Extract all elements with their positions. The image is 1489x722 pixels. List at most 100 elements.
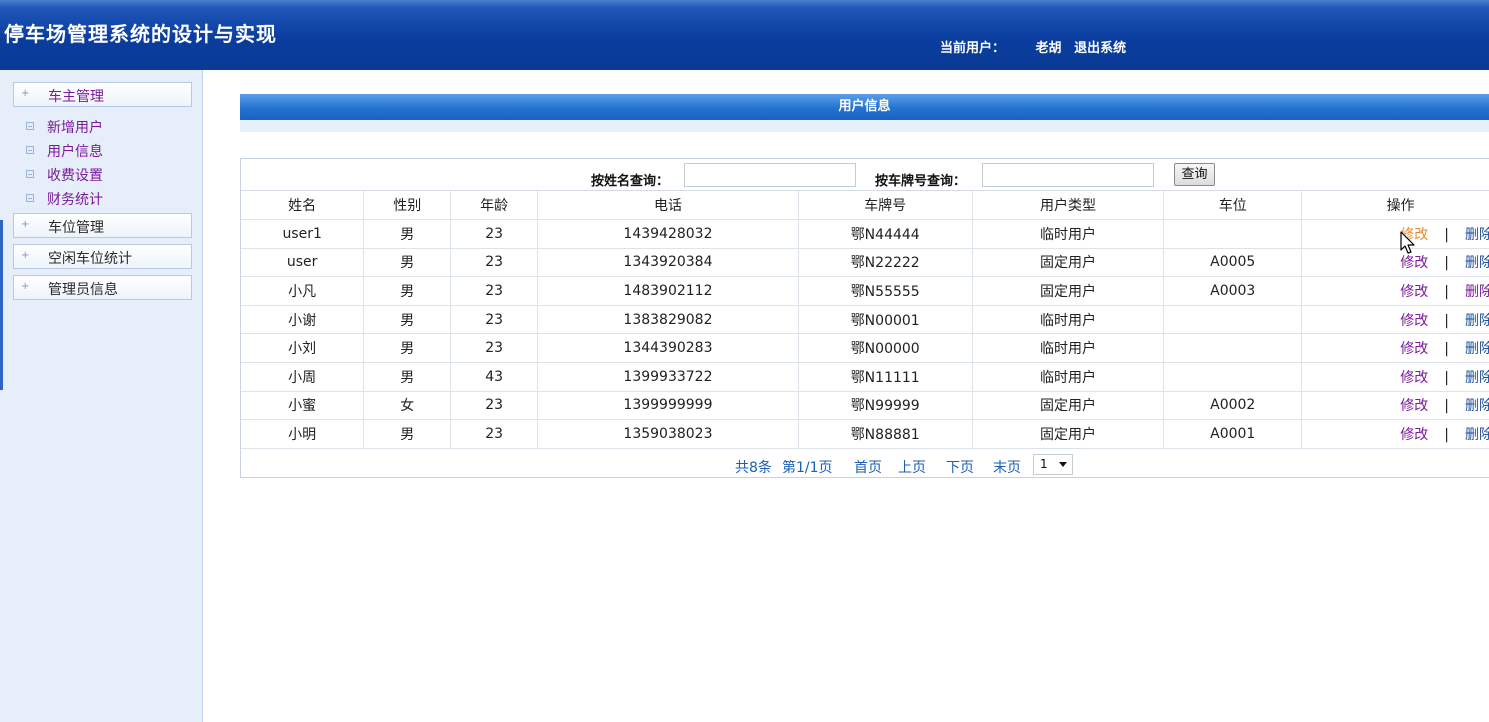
sidebar-group-admin-info[interactable]: + 管理员信息 <box>13 275 192 300</box>
action-separator: | <box>1444 312 1449 329</box>
edit-link[interactable]: 修改 <box>1400 313 1428 329</box>
cell-slot: A0002 <box>1163 391 1303 421</box>
edit-link[interactable]: 修改 <box>1400 427 1428 443</box>
sidebar-item-label: 新增用户 <box>47 120 103 136</box>
panel-title-bar: 用户信息 <box>240 94 1489 120</box>
cell-plate: 鄂N22222 <box>798 248 973 278</box>
sidebar-edge-accent <box>0 220 3 390</box>
cell-user-type: 临时用户 <box>972 362 1165 392</box>
plus-icon: + <box>21 281 30 292</box>
cell-actions: 修改 | 删除 <box>1301 391 1489 421</box>
current-user-label: 当前用户： <box>940 41 1006 56</box>
cell-gender: 男 <box>363 419 452 449</box>
edit-link[interactable]: 修改 <box>1400 341 1428 357</box>
table-row: 小凡男 23 1483902112 鄂N55555 固定用户 A0003 修改 | 删除 <box>241 276 1489 306</box>
sidebar-group-parking-management[interactable]: + 车位管理 <box>13 213 192 238</box>
cell-gender: 男 <box>363 248 452 278</box>
pager-prev[interactable]: 上页 <box>898 457 926 477</box>
edit-link[interactable]: 修改 <box>1400 284 1428 300</box>
cell-actions: 修改 | 删除 <box>1301 248 1489 278</box>
delete-link[interactable]: 删除 <box>1465 370 1489 386</box>
cell-plate: 鄂N99999 <box>798 391 973 421</box>
page-select[interactable]: 1 <box>1033 454 1073 475</box>
col-header-slot: 车位 <box>1163 191 1303 221</box>
page-select-value: 1 <box>1040 457 1048 471</box>
cell-name: 小周 <box>241 362 365 392</box>
sidebar-group-label: 管理员信息 <box>48 282 118 298</box>
pager-total: 共8条 <box>735 460 772 476</box>
table-row: 小刘男 23 1344390283 鄂N00000 临时用户 修改 | 删除 <box>241 333 1489 364</box>
sidebar-group-free-slot-stats[interactable]: + 空闲车位统计 <box>13 244 192 269</box>
delete-link[interactable]: 删除 <box>1465 227 1489 243</box>
pager-last[interactable]: 末页 <box>993 457 1021 477</box>
cell-actions: 修改 | 删除 <box>1301 276 1489 306</box>
cell-phone: 1399999999 <box>537 391 799 421</box>
cell-slot <box>1163 333 1303 364</box>
cell-slot: A0005 <box>1163 248 1303 278</box>
plus-icon: + <box>21 88 30 99</box>
panel-subbar <box>240 120 1489 132</box>
cell-plate: 鄂N44444 <box>798 219 973 249</box>
minus-box-icon <box>26 122 34 130</box>
action-separator: | <box>1444 255 1449 272</box>
pager-first[interactable]: 首页 <box>854 457 882 477</box>
cell-slot <box>1163 362 1303 392</box>
cell-name: 小刘 <box>241 333 365 364</box>
cell-slot <box>1163 219 1303 249</box>
edit-link[interactable]: 修改 <box>1400 398 1428 414</box>
sidebar-item-add-user[interactable]: 新增用户 <box>26 117 103 137</box>
cell-phone: 1344390283 <box>537 333 799 364</box>
user-table: 姓名 性别 年龄 电话 车牌号 用户类型 车位 操作 user1 男 23 14394… <box>241 191 1489 449</box>
cell-slot: A0001 <box>1163 419 1303 449</box>
edit-link[interactable]: 修改 <box>1400 255 1428 271</box>
action-separator: | <box>1444 398 1449 415</box>
cell-age: 23 <box>450 305 539 335</box>
sidebar-item-label: 收费设置 <box>47 168 103 184</box>
sidebar-item-fee-settings[interactable]: 收费设置 <box>26 165 103 185</box>
cell-slot <box>1163 305 1303 335</box>
pager-next[interactable]: 下页 <box>946 457 974 477</box>
logout-link[interactable]: 退出系统 <box>1074 41 1126 56</box>
delete-link[interactable]: 删除 <box>1465 427 1489 443</box>
sidebar-group-label: 空闲车位统计 <box>48 251 132 267</box>
cell-user-type: 临时用户 <box>972 305 1165 335</box>
sidebar: + 车主管理 新增用户 用户信息 收费设置 财务统计 + 车位管理 + 空闲车位… <box>0 70 203 722</box>
delete-link[interactable]: 删除 <box>1465 398 1489 414</box>
search-name-input[interactable] <box>684 163 856 187</box>
cell-user-type: 固定用户 <box>972 248 1165 278</box>
cell-name: 小凡 <box>241 276 365 306</box>
search-button[interactable]: 查询 <box>1174 163 1215 186</box>
search-row: 按姓名查询： 按车牌号查询： 查询 <box>241 159 1489 191</box>
plus-icon: + <box>21 250 30 261</box>
action-separator: | <box>1444 341 1449 358</box>
action-separator: | <box>1444 427 1449 444</box>
delete-link[interactable]: 删除 <box>1465 341 1489 357</box>
cell-phone: 1359038023 <box>537 419 799 449</box>
cell-phone: 1343920384 <box>537 248 799 278</box>
delete-link[interactable]: 删除 <box>1465 255 1489 271</box>
pagination: 共8条 第1/1页 首页 上页 下页 末页 1 <box>241 450 1489 478</box>
col-header-name: 姓名 <box>241 191 365 221</box>
action-separator: | <box>1444 226 1449 243</box>
cell-age: 23 <box>450 333 539 364</box>
cell-age: 23 <box>450 248 539 278</box>
sidebar-group-owner-management[interactable]: + 车主管理 <box>13 82 192 107</box>
sidebar-group-label: 车主管理 <box>48 89 104 105</box>
edit-link[interactable]: 修改 <box>1400 370 1428 386</box>
cell-user-type: 固定用户 <box>972 276 1165 306</box>
search-plate-input[interactable] <box>982 163 1154 187</box>
table-row: 小谢男 23 1383829082 鄂N00001 临时用户 修改 | 删除 <box>241 305 1489 335</box>
cell-plate: 鄂N00001 <box>798 305 973 335</box>
cell-name: 小明 <box>241 419 365 449</box>
col-header-age: 年龄 <box>450 191 539 221</box>
plus-icon: + <box>21 219 30 230</box>
cell-plate: 鄂N55555 <box>798 276 973 306</box>
cell-plate: 鄂N00000 <box>798 333 973 364</box>
cell-gender: 男 <box>363 219 452 249</box>
delete-link[interactable]: 删除 <box>1465 313 1489 329</box>
sidebar-item-finance-stats[interactable]: 财务统计 <box>26 189 103 209</box>
cell-user-type: 固定用户 <box>972 391 1165 421</box>
app-header: 停车场管理系统的设计与实现 当前用户： 老胡 退出系统 <box>0 0 1489 70</box>
sidebar-item-user-info[interactable]: 用户信息 <box>26 141 103 161</box>
delete-link[interactable]: 删除 <box>1465 284 1489 300</box>
